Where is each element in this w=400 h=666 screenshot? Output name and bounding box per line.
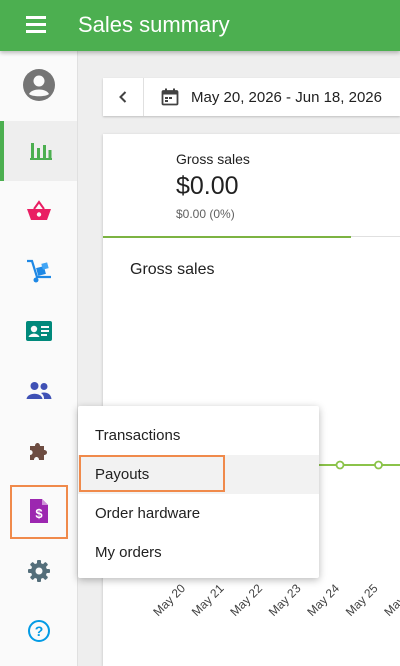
rail-item-reports[interactable]	[0, 121, 77, 181]
puzzle-icon	[29, 443, 47, 460]
menu-item-transactions[interactable]: Transactions	[78, 416, 319, 455]
hand-truck-icon	[26, 259, 51, 283]
menu-item-my-orders[interactable]: My orders	[78, 533, 319, 572]
app-bar: Sales summary	[0, 0, 400, 51]
sales-summary-card: Gross sales $0.00 $0.00 (0%) Gross sales…	[103, 134, 400, 666]
account-circle-icon	[22, 69, 55, 101]
x-tick-label: May 20	[150, 581, 188, 619]
rail-item-inventory[interactable]	[0, 241, 77, 301]
x-tick-label: May 21	[189, 581, 227, 619]
previous-period-button[interactable]	[103, 78, 144, 116]
billing-highlight-box	[10, 485, 68, 539]
date-range-picker[interactable]: May 20, 2026 - Jun 18, 2026	[161, 78, 382, 116]
rail-item-customers[interactable]	[0, 301, 77, 361]
hamburger-menu-icon[interactable]	[26, 16, 50, 36]
nav-rail: $ ?	[0, 51, 78, 666]
svg-text:?: ?	[34, 623, 43, 639]
rail-item-employees[interactable]	[0, 361, 77, 421]
data-point[interactable]	[374, 460, 383, 470]
calendar-icon	[161, 88, 179, 106]
data-point[interactable]	[335, 460, 345, 470]
help-icon: ?	[27, 620, 50, 642]
chevron-left-icon	[119, 91, 127, 103]
page-title: Sales summary	[78, 12, 230, 37]
x-tick-label: May 22	[227, 581, 265, 619]
rail-item-help[interactable]: ?	[0, 601, 77, 661]
rail-item-items[interactable]	[0, 181, 77, 241]
bar-chart-icon	[29, 143, 52, 160]
people-icon	[26, 382, 51, 399]
x-tick-label: May 24	[304, 581, 342, 619]
rail-item-account[interactable]	[0, 55, 77, 115]
gear-icon	[27, 560, 50, 582]
billing-popup-menu: Transactions Payouts Order hardware My o…	[78, 406, 319, 578]
rail-item-settings[interactable]	[0, 541, 77, 601]
payouts-highlight-box	[79, 455, 225, 492]
date-range-bar: May 20, 2026 - Jun 18, 2026	[103, 78, 400, 116]
rail-item-integrations[interactable]	[0, 421, 77, 481]
menu-item-order-hardware[interactable]: Order hardware	[78, 494, 319, 533]
x-tick-label: May 25	[343, 581, 381, 619]
basket-icon	[26, 200, 51, 220]
x-tick-label: May 23	[266, 581, 304, 619]
contact-card-icon	[25, 321, 52, 341]
line-chart: May 20 May 21 May 22 May 23 May 24 May 25 May …	[150, 460, 400, 619]
x-tick-label: May 26	[381, 581, 400, 619]
date-range-label: May 20, 2026 - Jun 18, 2026	[191, 88, 382, 106]
